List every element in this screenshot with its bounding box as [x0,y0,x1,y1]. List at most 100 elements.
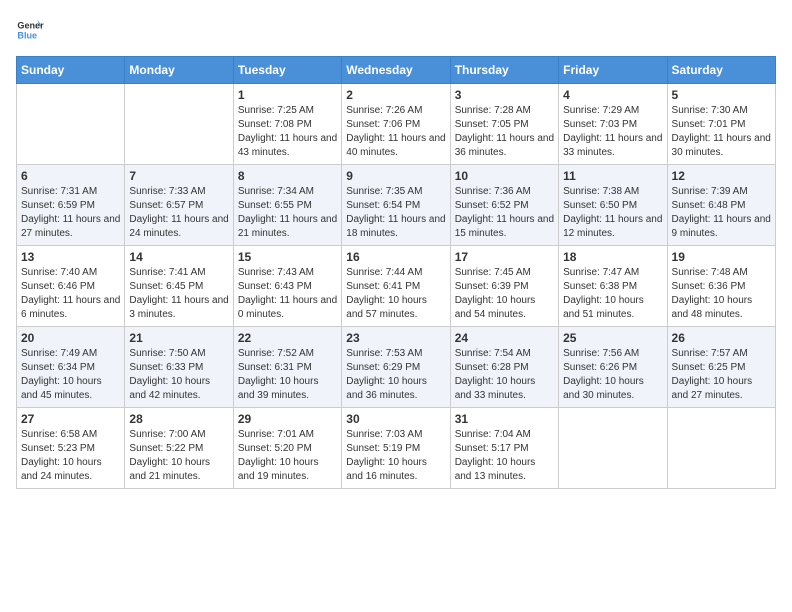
day-info: Sunrise: 7:01 AM Sunset: 5:20 PM Dayligh… [238,428,337,484]
day-number: 4 [563,88,662,102]
day-number: 28 [129,412,228,426]
calendar-cell: 12 Sunrise: 7:39 AM Sunset: 6:48 PM Dayli… [667,165,775,246]
day-info: Sunrise: 7:52 AM Sunset: 6:31 PM Dayligh… [238,347,337,403]
day-number: 12 [672,169,771,183]
day-number: 14 [129,250,228,264]
calendar-cell [125,84,233,165]
day-info: Sunrise: 7:53 AM Sunset: 6:29 PM Dayligh… [346,347,445,403]
svg-text:Blue: Blue [17,30,37,40]
day-info: Sunrise: 7:35 AM Sunset: 6:54 PM Dayligh… [346,185,445,241]
day-info: Sunrise: 7:54 AM Sunset: 6:28 PM Dayligh… [455,347,554,403]
day-number: 22 [238,331,337,345]
calendar-cell: 14 Sunrise: 7:41 AM Sunset: 6:45 PM Dayli… [125,246,233,327]
day-info: Sunrise: 7:33 AM Sunset: 6:57 PM Dayligh… [129,185,228,241]
calendar-cell: 31 Sunrise: 7:04 AM Sunset: 5:17 PM Dayli… [450,408,558,489]
day-number: 20 [21,331,120,345]
day-info: Sunrise: 7:30 AM Sunset: 7:01 PM Dayligh… [672,104,771,160]
calendar-cell: 11 Sunrise: 7:38 AM Sunset: 6:50 PM Dayli… [559,165,667,246]
column-header-wednesday: Wednesday [342,57,450,84]
calendar-cell: 25Sunrise: 7:56 AM Sunset: 6:26 PM Dayli… [559,327,667,408]
day-number: 6 [21,169,120,183]
day-info: Sunrise: 7:34 AM Sunset: 6:55 PM Dayligh… [238,185,337,241]
page-header: General Blue [16,16,776,44]
day-info: Sunrise: 7:44 AM Sunset: 6:41 PM Dayligh… [346,266,445,322]
day-info: Sunrise: 7:48 AM Sunset: 6:36 PM Dayligh… [672,266,771,322]
calendar-cell: 16 Sunrise: 7:44 AM Sunset: 6:41 PM Dayli… [342,246,450,327]
day-number: 7 [129,169,228,183]
calendar-cell: 27Sunrise: 6:58 AM Sunset: 5:23 PM Dayli… [17,408,125,489]
day-number: 29 [238,412,337,426]
column-header-sunday: Sunday [17,57,125,84]
calendar-table: SundayMondayTuesdayWednesdayThursdayFrid… [16,56,776,489]
day-number: 11 [563,169,662,183]
calendar-cell: 17 Sunrise: 7:45 AM Sunset: 6:39 PM Dayli… [450,246,558,327]
calendar-cell: 10 Sunrise: 7:36 AM Sunset: 6:52 PM Dayli… [450,165,558,246]
day-info: Sunrise: 7:47 AM Sunset: 6:38 PM Dayligh… [563,266,662,322]
calendar-cell: 18 Sunrise: 7:47 AM Sunset: 6:38 PM Dayli… [559,246,667,327]
column-header-friday: Friday [559,57,667,84]
week-row-3: 13 Sunrise: 7:40 AM Sunset: 6:46 PM Dayli… [17,246,776,327]
day-number: 16 [346,250,445,264]
calendar-cell: 26 Sunrise: 7:57 AM Sunset: 6:25 PM Dayli… [667,327,775,408]
calendar-cell: 6Sunrise: 7:31 AM Sunset: 6:59 PM Daylig… [17,165,125,246]
calendar-cell: 30 Sunrise: 7:03 AM Sunset: 5:19 PM Dayli… [342,408,450,489]
day-info: Sunrise: 7:25 AM Sunset: 7:08 PM Dayligh… [238,104,337,160]
day-number: 26 [672,331,771,345]
day-info: Sunrise: 7:04 AM Sunset: 5:17 PM Dayligh… [455,428,554,484]
calendar-cell: 22 Sunrise: 7:52 AM Sunset: 6:31 PM Dayli… [233,327,341,408]
day-info: Sunrise: 7:39 AM Sunset: 6:48 PM Dayligh… [672,185,771,241]
calendar-cell: 28 Sunrise: 7:00 AM Sunset: 5:22 PM Dayli… [125,408,233,489]
day-number: 3 [455,88,554,102]
day-number: 18 [563,250,662,264]
calendar-cell [559,408,667,489]
calendar-cell [667,408,775,489]
day-number: 13 [21,250,120,264]
day-number: 23 [346,331,445,345]
week-row-2: 6Sunrise: 7:31 AM Sunset: 6:59 PM Daylig… [17,165,776,246]
day-info: Sunrise: 7:28 AM Sunset: 7:05 PM Dayligh… [455,104,554,160]
calendar-cell: 21 Sunrise: 7:50 AM Sunset: 6:33 PM Dayli… [125,327,233,408]
day-info: Sunrise: 7:40 AM Sunset: 6:46 PM Dayligh… [21,266,120,322]
day-info: Sunrise: 7:49 AM Sunset: 6:34 PM Dayligh… [21,347,120,403]
day-number: 10 [455,169,554,183]
calendar-cell: 3 Sunrise: 7:28 AM Sunset: 7:05 PM Daylig… [450,84,558,165]
calendar-cell [17,84,125,165]
day-number: 21 [129,331,228,345]
day-info: Sunrise: 7:38 AM Sunset: 6:50 PM Dayligh… [563,185,662,241]
day-info: Sunrise: 7:03 AM Sunset: 5:19 PM Dayligh… [346,428,445,484]
day-number: 2 [346,88,445,102]
calendar-cell: 4 Sunrise: 7:29 AM Sunset: 7:03 PM Daylig… [559,84,667,165]
column-header-saturday: Saturday [667,57,775,84]
column-header-monday: Monday [125,57,233,84]
day-info: Sunrise: 7:57 AM Sunset: 6:25 PM Dayligh… [672,347,771,403]
day-info: Sunrise: 7:29 AM Sunset: 7:03 PM Dayligh… [563,104,662,160]
day-number: 19 [672,250,771,264]
day-number: 8 [238,169,337,183]
day-info: Sunrise: 7:26 AM Sunset: 7:06 PM Dayligh… [346,104,445,160]
calendar-cell: 23 Sunrise: 7:53 AM Sunset: 6:29 PM Dayli… [342,327,450,408]
header-row: SundayMondayTuesdayWednesdayThursdayFrid… [17,57,776,84]
day-info: Sunrise: 7:36 AM Sunset: 6:52 PM Dayligh… [455,185,554,241]
calendar-cell: 2 Sunrise: 7:26 AM Sunset: 7:06 PM Daylig… [342,84,450,165]
logo-icon: General Blue [16,16,44,44]
calendar-cell: 13 Sunrise: 7:40 AM Sunset: 6:46 PM Dayli… [17,246,125,327]
calendar-cell: 20 Sunrise: 7:49 AM Sunset: 6:34 PM Dayli… [17,327,125,408]
calendar-cell: 19 Sunrise: 7:48 AM Sunset: 6:36 PM Dayli… [667,246,775,327]
day-number: 30 [346,412,445,426]
logo: General Blue [16,16,44,44]
day-number: 9 [346,169,445,183]
day-number: 31 [455,412,554,426]
day-number: 15 [238,250,337,264]
day-number: 24 [455,331,554,345]
day-info: Sunrise: 7:50 AM Sunset: 6:33 PM Dayligh… [129,347,228,403]
day-info: Sunrise: 7:41 AM Sunset: 6:45 PM Dayligh… [129,266,228,322]
calendar-cell: 5 Sunrise: 7:30 AM Sunset: 7:01 PM Daylig… [667,84,775,165]
day-number: 17 [455,250,554,264]
day-number: 5 [672,88,771,102]
day-info: Sunrise: 7:00 AM Sunset: 5:22 PM Dayligh… [129,428,228,484]
column-header-tuesday: Tuesday [233,57,341,84]
day-number: 25 [563,331,662,345]
day-info: Sunrise: 7:43 AM Sunset: 6:43 PM Dayligh… [238,266,337,322]
day-info: Sunrise: 7:45 AM Sunset: 6:39 PM Dayligh… [455,266,554,322]
calendar-cell: 9 Sunrise: 7:35 AM Sunset: 6:54 PM Daylig… [342,165,450,246]
